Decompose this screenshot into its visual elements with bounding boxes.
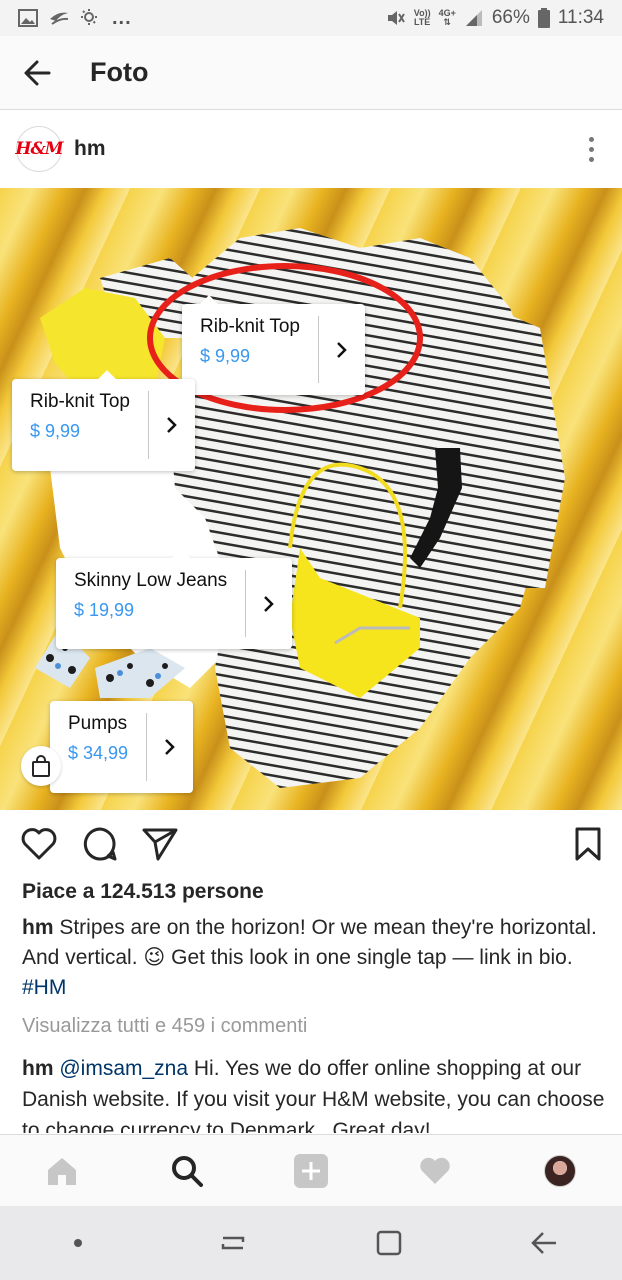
tag-text: Skinny Low Jeans $ 19,99 xyxy=(56,558,245,649)
post-actions xyxy=(0,818,622,874)
like-button[interactable] xyxy=(20,827,58,866)
product-tag[interactable]: Pumps $ 34,99 xyxy=(50,701,194,793)
page-title: Foto xyxy=(90,57,149,87)
nav-add[interactable] xyxy=(281,1141,341,1201)
bottom-nav xyxy=(0,1134,622,1206)
comment-button[interactable] xyxy=(82,826,118,867)
shopping-bag-icon xyxy=(32,755,50,777)
chevron-right-icon xyxy=(165,739,175,755)
system-back-button[interactable] xyxy=(504,1213,584,1273)
chevron-right-icon xyxy=(337,341,347,358)
signal-icon xyxy=(465,10,482,26)
comment-username[interactable]: hm xyxy=(22,1057,54,1080)
system-recents-button[interactable] xyxy=(193,1213,273,1273)
system-home-button[interactable] xyxy=(349,1213,429,1273)
volte-indicator: Vo)) LTE xyxy=(414,9,431,27)
system-nav-bar xyxy=(0,1206,622,1280)
gallery-icon xyxy=(18,9,38,27)
status-bar: ... Vo)) LTE 4G+ ⇅ 66% 11:34 xyxy=(0,0,622,36)
system-dot-button[interactable] xyxy=(38,1213,118,1273)
home-icon xyxy=(48,1157,77,1185)
post-header: H&M hm xyxy=(0,110,622,188)
post-username[interactable]: hm xyxy=(74,137,106,161)
heart-icon xyxy=(21,827,57,859)
tag-product-price: $ 9,99 xyxy=(30,421,81,441)
arrow-left-icon xyxy=(24,60,51,85)
paper-plane-icon xyxy=(142,828,178,860)
battery-icon xyxy=(537,8,550,28)
caption-username[interactable]: hm xyxy=(22,916,54,939)
product-tag[interactable]: Skinny Low Jeans $ 19,99 xyxy=(56,549,293,649)
tag-product-price: $ 9,99 xyxy=(200,346,251,366)
tag-product-name: Skinny Low Jeans xyxy=(74,570,228,591)
more-vertical-icon xyxy=(588,136,594,142)
tag-product-price: $ 19,99 xyxy=(74,600,135,620)
profile-avatar xyxy=(543,1154,576,1187)
product-tag[interactable]: Rib-knit Top $ 9,99 xyxy=(182,295,365,395)
swoosh-icon xyxy=(50,12,69,25)
search-icon xyxy=(171,1155,203,1187)
hm-logo: H&M xyxy=(15,139,63,159)
tag-product-name: Rib-knit Top xyxy=(30,391,130,412)
mute-icon xyxy=(387,11,405,25)
tag-product-name: Rib-knit Top xyxy=(200,316,300,337)
caption-hashtag[interactable]: #HM xyxy=(22,976,66,999)
comment-mention[interactable]: @imsam_zna xyxy=(59,1057,188,1080)
home-square-icon xyxy=(376,1230,401,1256)
more-options-button[interactable] xyxy=(576,129,606,169)
app-bar: Foto xyxy=(0,36,622,110)
weather-icon xyxy=(81,9,97,25)
chevron-right-icon xyxy=(264,595,274,612)
lte-label: LTE xyxy=(413,17,431,27)
nav-activity[interactable] xyxy=(405,1141,465,1201)
tag-open-button[interactable] xyxy=(319,304,365,395)
post-caption: hm Stripes are on the horizon! Or we mea… xyxy=(22,913,602,1003)
comment: hm @imsam_zna Hi. Yes we do offer online… xyxy=(22,1053,606,1133)
tag-product-price: $ 34,99 xyxy=(68,743,129,763)
avatar[interactable]: H&M xyxy=(15,126,64,172)
recents-icon xyxy=(222,1236,245,1250)
back-button[interactable] xyxy=(0,36,74,110)
product-tag[interactable]: Rib-knit Top $ 9,99 xyxy=(12,370,195,471)
caption-text: Stripes are on the horizon! Or we mean t… xyxy=(22,916,597,969)
tag-text: Rib-knit Top $ 9,99 xyxy=(182,304,318,395)
tag-open-button[interactable] xyxy=(246,558,292,649)
more-notifications-icon: ... xyxy=(112,6,132,29)
comment-icon xyxy=(83,827,117,860)
nav-search[interactable] xyxy=(157,1141,217,1201)
nav-home[interactable] xyxy=(32,1141,92,1201)
add-icon xyxy=(293,1153,328,1188)
more-dot xyxy=(588,156,594,162)
tag-text: Pumps $ 34,99 xyxy=(50,701,146,793)
bookmark-icon xyxy=(575,827,601,860)
view-all-comments-link[interactable]: Visualizza tutti e 459 i commenti xyxy=(22,1015,307,1038)
post-photo[interactable]: Rib-knit Top $ 9,99 Rib-knit Top $ 9,99 … xyxy=(0,188,622,810)
tag-product-name: Pumps xyxy=(68,713,128,734)
back-arrow-icon xyxy=(531,1232,557,1254)
chevron-right-icon xyxy=(167,417,177,433)
save-button[interactable] xyxy=(574,827,602,866)
clock: 11:34 xyxy=(557,7,604,28)
tag-text: Rib-knit Top $ 9,99 xyxy=(12,379,148,471)
nav-profile[interactable] xyxy=(530,1141,590,1201)
tag-open-button[interactable] xyxy=(147,701,193,793)
heart-icon xyxy=(420,1157,451,1184)
network-indicator: 4G+ ⇅ xyxy=(438,8,456,27)
network-label: 4G+ xyxy=(438,8,456,18)
dot-icon xyxy=(73,1239,82,1247)
likes-count[interactable]: Piace a 124.513 persone xyxy=(22,880,264,904)
battery-percent: 66% xyxy=(491,7,530,28)
more-dot xyxy=(588,146,594,152)
shop-button[interactable] xyxy=(21,746,61,786)
share-button[interactable] xyxy=(142,827,178,866)
tag-open-button[interactable] xyxy=(149,379,195,471)
